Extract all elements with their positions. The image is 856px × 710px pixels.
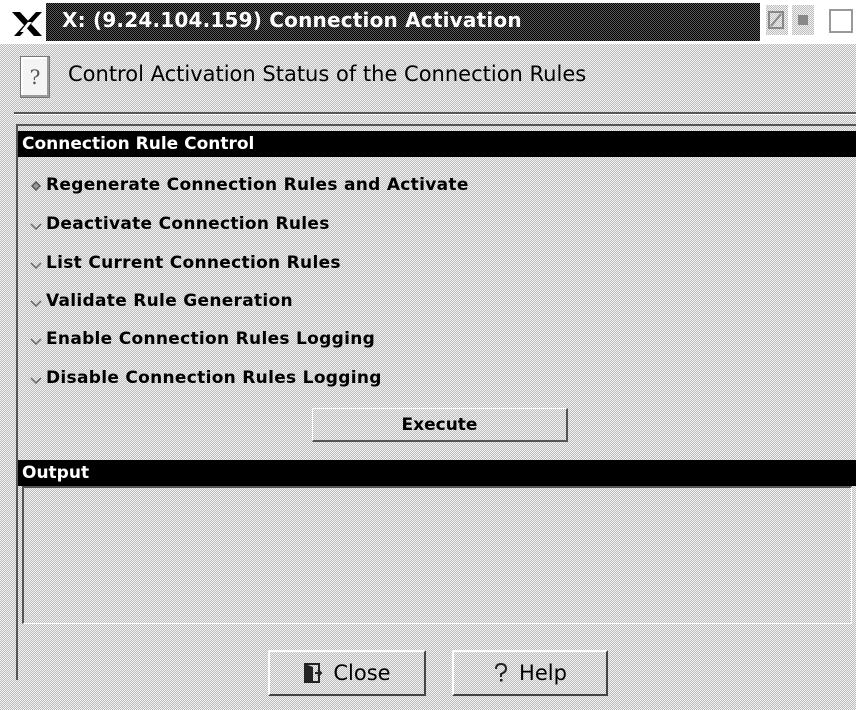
x-window-logo-icon[interactable] xyxy=(10,8,44,40)
help-button-label: Help xyxy=(519,661,567,685)
radio-unselected-icon[interactable] xyxy=(30,296,42,308)
window-title: X: (9.24.104.159) Connection Activation xyxy=(62,8,522,32)
radio-unselected-icon[interactable] xyxy=(30,258,42,270)
execute-button[interactable]: Execute xyxy=(312,408,568,442)
radio-unselected-icon[interactable] xyxy=(30,219,42,231)
help-info-icon: ? xyxy=(20,56,50,98)
output-area[interactable] xyxy=(22,486,852,624)
connection-rule-control-header: Connection Rule Control xyxy=(18,131,856,157)
close-button-label: Close xyxy=(333,661,391,685)
radio-option-regenerate[interactable]: Regenerate Connection Rules and Activate xyxy=(30,172,469,198)
radio-label: Disable Connection Rules Logging xyxy=(46,368,382,388)
radio-option-disable-logging[interactable]: Disable Connection Rules Logging xyxy=(30,365,382,391)
title-bar[interactable]: X: (9.24.104.159) Connection Activation xyxy=(0,0,856,44)
radio-option-deactivate[interactable]: Deactivate Connection Rules xyxy=(30,211,330,237)
question-mark-icon xyxy=(493,662,509,684)
radio-label: Deactivate Connection Rules xyxy=(46,214,330,234)
radio-label: Enable Connection Rules Logging xyxy=(46,329,376,349)
close-door-icon xyxy=(303,662,323,684)
maximize-button[interactable] xyxy=(792,5,814,35)
radio-label: Validate Rule Generation xyxy=(46,291,293,311)
radio-option-list[interactable]: List Current Connection Rules xyxy=(30,250,341,276)
output-header: Output xyxy=(18,460,856,486)
radio-option-enable-logging[interactable]: Enable Connection Rules Logging xyxy=(30,326,375,352)
radio-label: Regenerate Connection Rules and Activate xyxy=(46,175,469,195)
radio-option-validate[interactable]: Validate Rule Generation xyxy=(30,288,293,314)
help-button[interactable]: Help xyxy=(452,650,608,696)
radio-selected-icon[interactable] xyxy=(30,180,41,191)
radio-unselected-icon[interactable] xyxy=(30,334,42,346)
header-divider xyxy=(14,112,856,115)
close-button[interactable]: Close xyxy=(268,650,426,696)
page-heading: Control Activation Status of the Connect… xyxy=(68,62,587,86)
radio-unselected-icon[interactable] xyxy=(30,373,42,385)
window-menu-button[interactable] xyxy=(818,5,856,35)
minimize-button[interactable] xyxy=(766,5,788,35)
radio-label: List Current Connection Rules xyxy=(46,253,341,273)
